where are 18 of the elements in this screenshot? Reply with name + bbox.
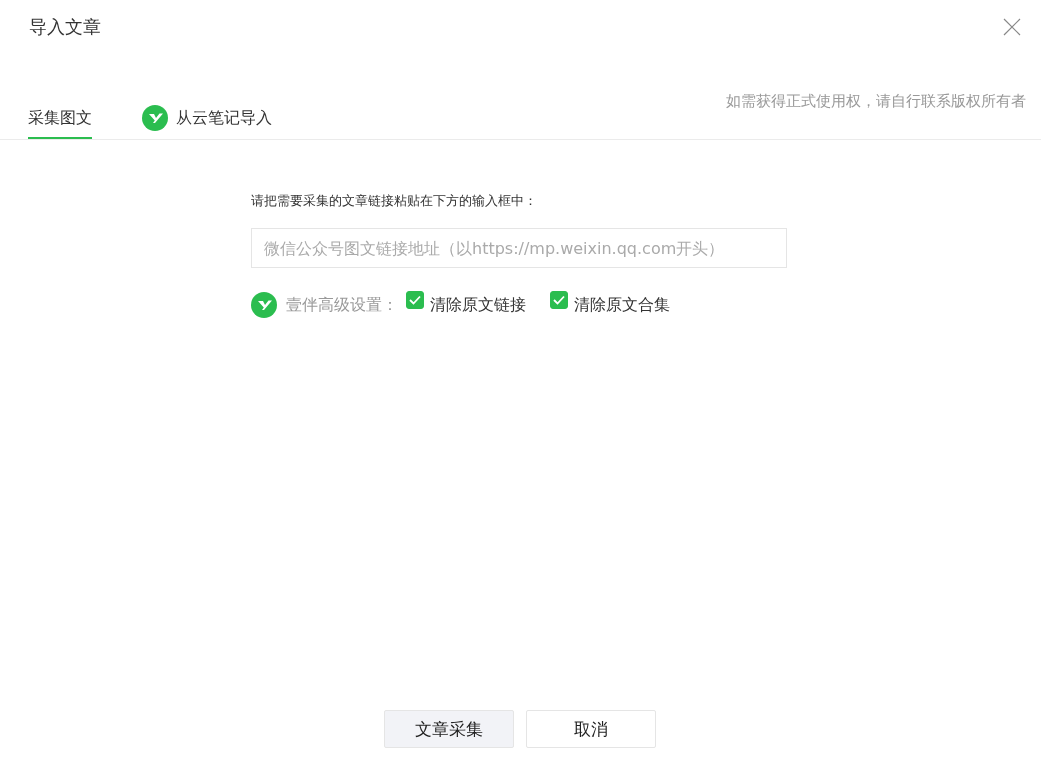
close-icon[interactable] (1003, 18, 1021, 36)
collect-button[interactable]: 文章采集 (383, 710, 514, 748)
checkmark-icon (553, 295, 565, 305)
url-input-field[interactable]: 微信公众号图文链接地址（以https://mp.weixin.qq.com开头） (251, 228, 787, 268)
advanced-settings-label: 壹伴高级设置： (286, 294, 398, 316)
checkbox[interactable] (550, 291, 568, 309)
checkmark-icon (409, 295, 421, 305)
tab[interactable]: 采集图文 (28, 105, 92, 139)
cancel-button[interactable]: 取消 (525, 710, 656, 748)
checkbox[interactable] (406, 291, 424, 309)
checkbox-label: 清除原文链接 (430, 294, 526, 316)
copyright-notice: 如需获得正式使用权，请自行联系版权所有者 (726, 92, 1026, 112)
logo-icon (142, 105, 168, 131)
logo-icon (251, 292, 277, 318)
checkbox-label: 清除原文合集 (574, 294, 670, 316)
tab[interactable]: 从云笔记导入 (142, 105, 272, 139)
dialog-title: 导入文章 (29, 15, 101, 39)
instruction-text: 请把需要采集的文章链接粘贴在下方的输入框中： (251, 192, 538, 210)
